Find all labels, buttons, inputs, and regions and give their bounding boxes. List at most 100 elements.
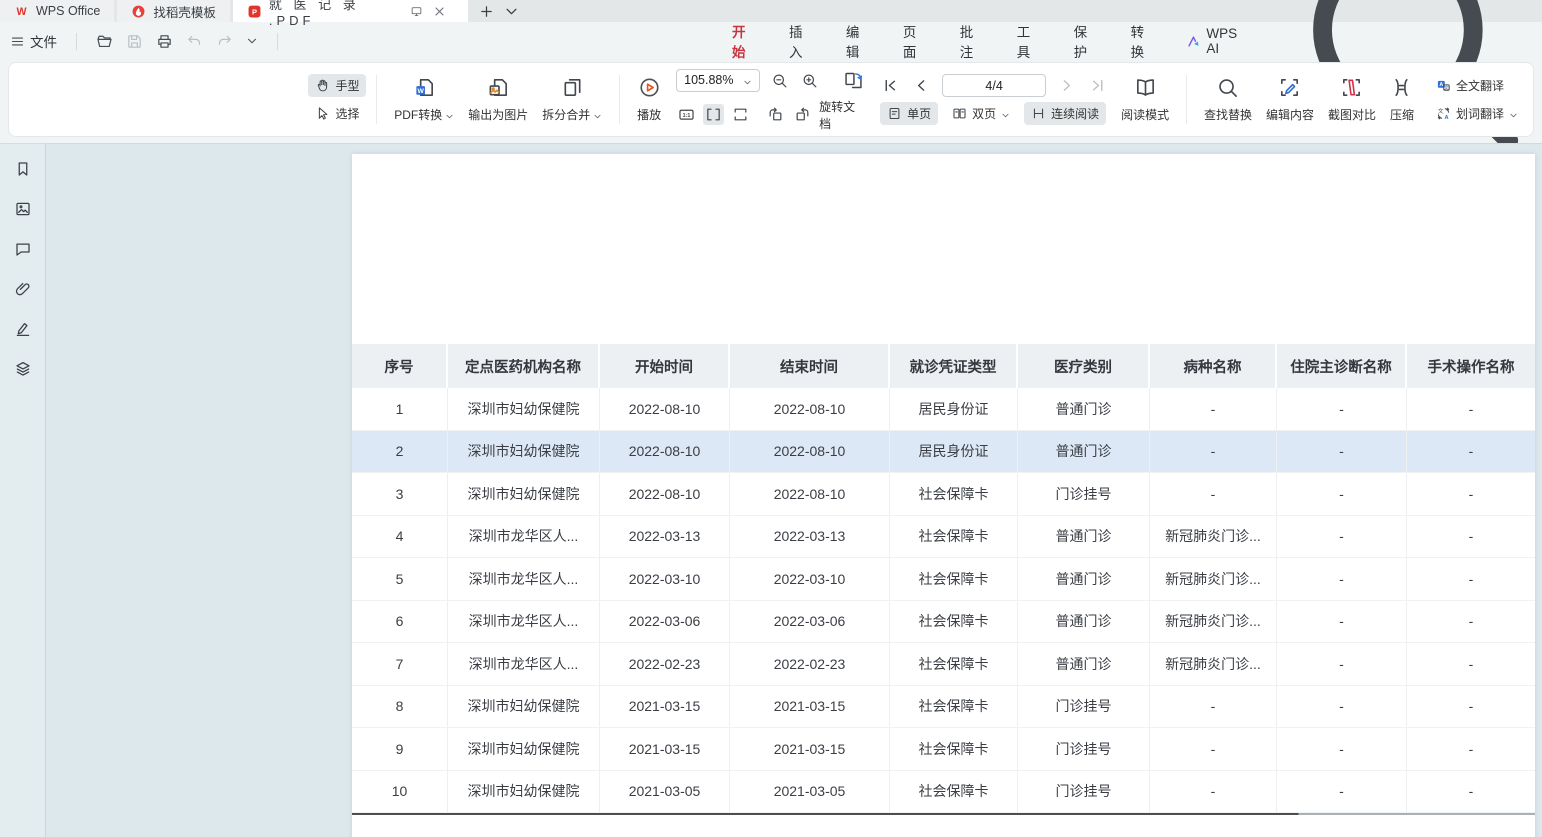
layers-icon[interactable] [14, 360, 32, 378]
table-cell: 8 [352, 686, 448, 728]
table-cell: 2021-03-15 [730, 728, 890, 770]
quick-access-chevron-icon[interactable] [246, 35, 258, 47]
close-tab-icon[interactable] [433, 5, 446, 18]
page-arrange-button[interactable] [841, 68, 866, 93]
zoom-in-button[interactable] [799, 70, 820, 91]
tab-list-chevron-icon[interactable] [504, 4, 519, 19]
menu-convert[interactable]: 转换 [1129, 17, 1157, 65]
table-header-cell: 医疗类别 [1018, 344, 1150, 388]
table-cell: - [1277, 431, 1407, 473]
actual-size-button[interactable]: 1:1 [676, 104, 697, 125]
word-translate-button[interactable]: 文A 划词翻译 [1429, 102, 1525, 125]
table-row: 10深圳市妇幼保健院2021-03-052021-03-05社会保障卡门诊挂号-… [352, 771, 1535, 814]
chevron-down-icon [445, 110, 454, 119]
tab-wps-office[interactable]: W WPS Office [0, 0, 114, 22]
new-tab-icon[interactable] [479, 4, 494, 19]
page-number-input[interactable] [942, 74, 1046, 97]
monitor-icon[interactable] [410, 5, 423, 18]
table-row: 2深圳市妇幼保健院2022-08-102022-08-10居民身份证普通门诊--… [352, 431, 1535, 474]
table-cell: 普通门诊 [1018, 558, 1150, 600]
edit-content-button[interactable]: 编辑内容 [1259, 71, 1321, 128]
table-cell: 新冠肺炎门诊... [1150, 601, 1277, 643]
rotate-left-button[interactable] [765, 104, 786, 125]
menu-page[interactable]: 页面 [901, 17, 929, 65]
zoom-out-button[interactable] [769, 70, 790, 91]
select-tool-button[interactable]: 选择 [308, 102, 366, 125]
rotate-right-button[interactable] [792, 104, 813, 125]
table-header-row: 序号定点医药机构名称开始时间结束时间就诊凭证类型医疗类别病种名称住院主诊断名称手… [352, 344, 1535, 388]
read-mode-button[interactable]: 阅读模式 [1114, 71, 1176, 128]
last-page-button[interactable] [1087, 75, 1108, 96]
table-cell: 2 [352, 431, 448, 473]
chevron-down-icon [1001, 109, 1010, 118]
zoom-level-select[interactable]: 105.88% [676, 69, 760, 92]
single-page-button[interactable]: 单页 [880, 102, 938, 125]
next-page-icon [1058, 77, 1075, 94]
table-cell: 普通门诊 [1018, 643, 1150, 685]
pdf-convert-button[interactable]: W PDF转换 [387, 71, 461, 128]
attachment-icon[interactable] [14, 280, 32, 298]
table-cell: 2022-03-06 [730, 601, 890, 643]
wps-ai-button[interactable]: WPS AI [1186, 26, 1248, 56]
split-merge-button[interactable]: 拆分合并 [535, 71, 609, 128]
prev-page-button[interactable] [911, 75, 932, 96]
menu-home[interactable]: 开始 [730, 17, 758, 65]
comment-icon[interactable] [14, 240, 32, 258]
table-cell: 2022-08-10 [600, 473, 730, 515]
table-cell: 深圳市龙华区人... [448, 516, 600, 558]
table-cell: - [1407, 601, 1535, 643]
first-page-button[interactable] [880, 75, 901, 96]
word-translate-icon: 文A [1436, 106, 1451, 121]
fit-width-button[interactable] [703, 104, 724, 125]
table-cell: 2021-03-05 [730, 771, 890, 813]
continuous-read-button[interactable]: 连续阅读 [1024, 102, 1106, 125]
svg-text:文: 文 [1438, 107, 1444, 115]
table-cell: 2022-03-13 [730, 516, 890, 558]
open-file-icon[interactable] [96, 33, 113, 50]
play-button[interactable]: 播放 [630, 71, 668, 128]
hand-tool-button[interactable]: 手型 [308, 74, 366, 97]
tab-docer-templates[interactable]: 找稻壳模板 [117, 0, 230, 22]
menu-tools[interactable]: 工具 [1015, 17, 1043, 65]
table-cell: 2022-02-23 [730, 643, 890, 685]
next-page-button[interactable] [1056, 75, 1077, 96]
continuous-read-icon [1031, 106, 1046, 121]
export-image-button[interactable]: 输出为图片 [461, 71, 535, 128]
save-icon[interactable] [126, 33, 143, 50]
book-icon [1134, 76, 1157, 99]
table-cell: 2022-03-10 [730, 558, 890, 600]
table-cell: 2022-03-13 [600, 516, 730, 558]
chevron-down-icon [593, 110, 602, 119]
menu-insert[interactable]: 插入 [787, 17, 815, 65]
table-cell: 新冠肺炎门诊... [1150, 516, 1277, 558]
table-row: 8深圳市妇幼保健院2021-03-152021-03-15社会保障卡门诊挂号--… [352, 686, 1535, 729]
document-viewport[interactable]: 序号定点医药机构名称开始时间结束时间就诊凭证类型医疗类别病种名称住院主诊断名称手… [46, 143, 1542, 837]
table-cell: 深圳市妇幼保健院 [448, 431, 600, 473]
rotate-left-icon [767, 106, 784, 123]
fit-page-button[interactable] [730, 104, 751, 125]
find-replace-button[interactable]: 查找替换 [1197, 71, 1259, 128]
signature-icon[interactable] [14, 320, 32, 338]
hamburger-icon [10, 34, 25, 49]
file-menu-button[interactable]: 文件 [10, 31, 57, 51]
table-cell: 10 [352, 771, 448, 813]
screenshot-compare-button[interactable]: 截图对比 [1321, 71, 1383, 128]
cursor-icon [315, 106, 330, 121]
print-icon[interactable] [156, 33, 173, 50]
compress-button[interactable]: 压缩 [1383, 71, 1421, 128]
thumbnail-icon[interactable] [14, 200, 32, 218]
rotate-doc-label[interactable]: 旋转文档 [819, 98, 866, 132]
table-cell: 深圳市龙华区人... [448, 558, 600, 600]
tab-document-pdf[interactable]: P 就 医 记 录 .PDF [233, 0, 468, 22]
fulltext-translate-button[interactable]: A文 全文翻译 [1429, 74, 1525, 97]
table-cell: 新冠肺炎门诊... [1150, 643, 1277, 685]
bookmark-icon[interactable] [14, 160, 32, 178]
double-page-button[interactable]: 双页 [945, 102, 1017, 125]
redo-icon[interactable] [216, 33, 233, 50]
menu-edit[interactable]: 编辑 [844, 17, 872, 65]
table-row: 4深圳市龙华区人...2022-03-132022-03-13社会保障卡普通门诊… [352, 516, 1535, 559]
undo-icon[interactable] [186, 33, 203, 50]
menu-protect[interactable]: 保护 [1072, 17, 1100, 65]
menu-annotate[interactable]: 批注 [958, 17, 986, 65]
wps-ai-icon [1186, 33, 1201, 50]
